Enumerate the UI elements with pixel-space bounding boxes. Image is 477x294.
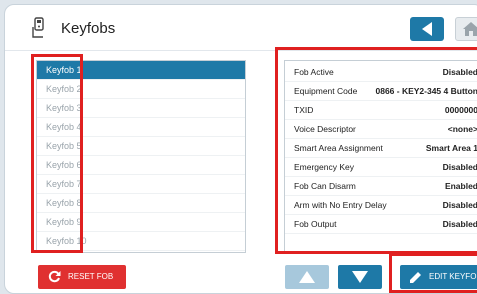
page-title: Keyfobs bbox=[61, 20, 116, 37]
keyfob-icon bbox=[32, 17, 44, 38]
reset-icon bbox=[48, 270, 61, 283]
triangle-down-icon bbox=[352, 271, 368, 283]
move-up-button[interactable] bbox=[285, 265, 329, 289]
highlight-box-list bbox=[31, 54, 83, 253]
home-icon bbox=[463, 22, 477, 36]
reset-fob-button[interactable]: RESET FOB bbox=[38, 265, 126, 289]
back-arrow-icon bbox=[422, 22, 432, 36]
home-button[interactable] bbox=[455, 17, 477, 41]
back-button[interactable] bbox=[410, 17, 444, 41]
move-down-button[interactable] bbox=[338, 265, 382, 289]
triangle-up-icon bbox=[299, 271, 315, 283]
highlight-box-edit bbox=[389, 253, 477, 293]
highlight-box-details bbox=[275, 47, 477, 254]
reset-fob-label: RESET FOB bbox=[68, 272, 114, 281]
header-bar: Keyfobs bbox=[5, 5, 477, 51]
